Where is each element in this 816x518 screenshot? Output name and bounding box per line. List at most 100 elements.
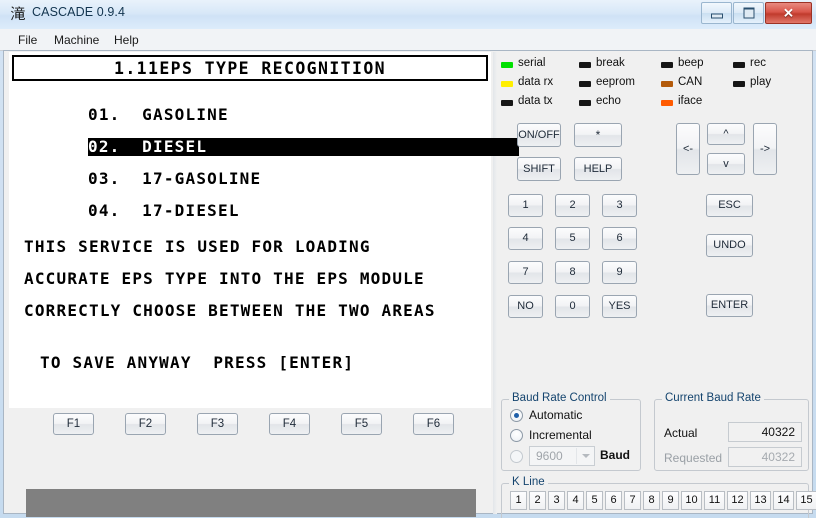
lcd-line: 03. 17-GASOLINE bbox=[88, 169, 262, 188]
keypad-key-5[interactable]: 5 bbox=[555, 227, 590, 250]
current-baud-rate-group: Current Baud Rate Actual 40322 Requested… bbox=[654, 392, 809, 471]
actual-label: Actual bbox=[664, 426, 698, 440]
lcd-line: THIS SERVICE IS USED FOR LOADING bbox=[24, 237, 371, 256]
radio-automatic-label: Automatic bbox=[529, 408, 583, 422]
lcd-body: 01. GASOLINE 02. DIESEL 03. 17-GASOLINE 04.… bbox=[12, 86, 520, 404]
keypad-key-1[interactable]: 1 bbox=[508, 194, 543, 217]
led-label: echo bbox=[596, 95, 621, 107]
led-indicator-grid: serial data rx data tx break eeprom echo beep C… bbox=[501, 57, 811, 109]
led-indicator-icon bbox=[579, 62, 591, 68]
led-indicator-icon bbox=[661, 81, 673, 87]
chevron-down-icon bbox=[582, 454, 590, 458]
k-line-button-4[interactable]: 4 bbox=[567, 491, 584, 510]
function-key-f6[interactable]: F6 bbox=[413, 413, 454, 435]
keypad-arrow-up[interactable]: ^ bbox=[707, 123, 745, 145]
keypad-enter[interactable]: ENTER bbox=[706, 294, 753, 317]
led-indicator-icon bbox=[501, 100, 513, 106]
minimize-icon bbox=[710, 13, 723, 19]
select-separator bbox=[576, 448, 577, 464]
led-label: serial bbox=[518, 57, 546, 69]
keypad-key-3[interactable]: 3 bbox=[602, 194, 637, 217]
baud-rate-control-caption: Baud Rate Control bbox=[509, 392, 610, 404]
keypad-help[interactable]: HELP bbox=[574, 157, 622, 181]
panel-divider bbox=[493, 52, 497, 514]
baud-unit-label: Baud bbox=[600, 448, 630, 462]
k-line-button-7[interactable]: 7 bbox=[624, 491, 641, 510]
requested-value: 40322 bbox=[728, 447, 802, 467]
k-line-button-14[interactable]: 14 bbox=[773, 491, 794, 510]
k-line-button-2[interactable]: 2 bbox=[529, 491, 546, 510]
menu-item-machine[interactable]: Machine bbox=[48, 32, 105, 48]
k-line-button-9[interactable]: 9 bbox=[662, 491, 679, 510]
keypad-arrow-left[interactable]: <- bbox=[676, 123, 700, 175]
close-button[interactable]: ✕ bbox=[765, 2, 812, 24]
keypad-key-2[interactable]: 2 bbox=[555, 194, 590, 217]
baud-rate-select[interactable]: 9600 bbox=[529, 446, 595, 466]
close-icon: ✕ bbox=[783, 5, 794, 21]
current-baud-rate-caption: Current Baud Rate bbox=[662, 392, 764, 404]
led-label: play bbox=[750, 76, 772, 88]
virtual-keypad: ON/OFF * SHIFT HELP 1 2 3 4 5 6 7 8 9 NO 0 YES <- ^ v -> ESC… bbox=[501, 113, 811, 398]
keypad-key-6[interactable]: 6 bbox=[602, 227, 637, 250]
k-line-button-1[interactable]: 1 bbox=[510, 491, 527, 510]
lcd-line: ACCURATE EPS TYPE INTO THE EPS MODULE bbox=[24, 269, 425, 288]
minimize-button[interactable] bbox=[701, 2, 732, 24]
keypad-on-off[interactable]: ON/OFF bbox=[517, 123, 561, 147]
led-indicator-icon bbox=[733, 62, 745, 68]
k-line-button-12[interactable]: 12 bbox=[727, 491, 748, 510]
function-key-f3[interactable]: F3 bbox=[197, 413, 238, 435]
led-indicator-icon bbox=[661, 62, 673, 68]
radio-incremental-label: Incremental bbox=[529, 428, 592, 442]
led-indicator-icon bbox=[501, 81, 513, 87]
lcd-line: TO SAVE ANYWAY PRESS [ENTER] bbox=[40, 353, 355, 372]
led-indicator-icon bbox=[661, 100, 673, 106]
keypad-star[interactable]: * bbox=[574, 123, 622, 147]
lcd-line-selected: 02. DIESEL bbox=[88, 138, 520, 156]
baud-rate-control-group: Baud Rate Control Automatic Incremental … bbox=[501, 392, 641, 471]
lcd-display-panel: 1.11EPS TYPE RECOGNITION 01. GASOLINE 02.… bbox=[9, 52, 520, 408]
k-line-button-6[interactable]: 6 bbox=[605, 491, 622, 510]
title-bar: 滝 CASCADE 0.9.4 ✕ bbox=[0, 0, 816, 30]
keypad-key-0[interactable]: 0 bbox=[555, 295, 590, 318]
led-label: eeprom bbox=[596, 76, 635, 88]
function-key-f2[interactable]: F2 bbox=[125, 413, 166, 435]
menu-bar: File Machine Help bbox=[0, 29, 816, 51]
led-label: iface bbox=[678, 95, 703, 107]
led-label: data rx bbox=[518, 76, 554, 88]
led-label: beep bbox=[678, 57, 704, 69]
k-line-button-10[interactable]: 10 bbox=[681, 491, 702, 510]
menu-item-help[interactable]: Help bbox=[108, 32, 145, 48]
lcd-line: 01. GASOLINE bbox=[88, 105, 229, 124]
keypad-arrow-down[interactable]: v bbox=[707, 153, 745, 175]
function-key-f1[interactable]: F1 bbox=[53, 413, 94, 435]
menu-item-file[interactable]: File bbox=[12, 32, 43, 48]
requested-label: Requested bbox=[664, 451, 723, 465]
k-line-button-15[interactable]: 15 bbox=[796, 491, 816, 510]
keypad-key-no[interactable]: NO bbox=[508, 295, 543, 318]
keypad-key-8[interactable]: 8 bbox=[555, 261, 590, 284]
keypad-key-7[interactable]: 7 bbox=[508, 261, 543, 284]
k-line-button-13[interactable]: 13 bbox=[750, 491, 771, 510]
led-label: CAN bbox=[678, 76, 703, 88]
lcd-title: 1.11EPS TYPE RECOGNITION bbox=[12, 55, 488, 81]
keypad-key-yes[interactable]: YES bbox=[602, 295, 637, 318]
k-line-button-3[interactable]: 3 bbox=[548, 491, 565, 510]
keypad-esc[interactable]: ESC bbox=[706, 194, 753, 217]
function-key-f5[interactable]: F5 bbox=[341, 413, 382, 435]
keypad-key-9[interactable]: 9 bbox=[602, 261, 637, 284]
k-line-button-5[interactable]: 5 bbox=[586, 491, 603, 510]
function-key-f4[interactable]: F4 bbox=[269, 413, 310, 435]
keypad-key-4[interactable]: 4 bbox=[508, 227, 543, 250]
k-line-button-8[interactable]: 8 bbox=[643, 491, 660, 510]
keypad-arrow-right[interactable]: -> bbox=[753, 123, 777, 175]
led-indicator-icon bbox=[579, 81, 591, 87]
keypad-undo[interactable]: UNDO bbox=[706, 234, 753, 257]
led-label: rec bbox=[750, 57, 766, 69]
maximize-button[interactable] bbox=[733, 2, 764, 24]
keypad-shift[interactable]: SHIFT bbox=[517, 157, 561, 181]
led-label: break bbox=[596, 57, 625, 69]
app-icon: 滝 bbox=[10, 5, 26, 23]
activity-progress-bar bbox=[26, 489, 476, 517]
function-key-row: F1 F2 F3 F4 F5 F6 bbox=[9, 411, 491, 441]
k-line-button-11[interactable]: 11 bbox=[704, 491, 725, 510]
